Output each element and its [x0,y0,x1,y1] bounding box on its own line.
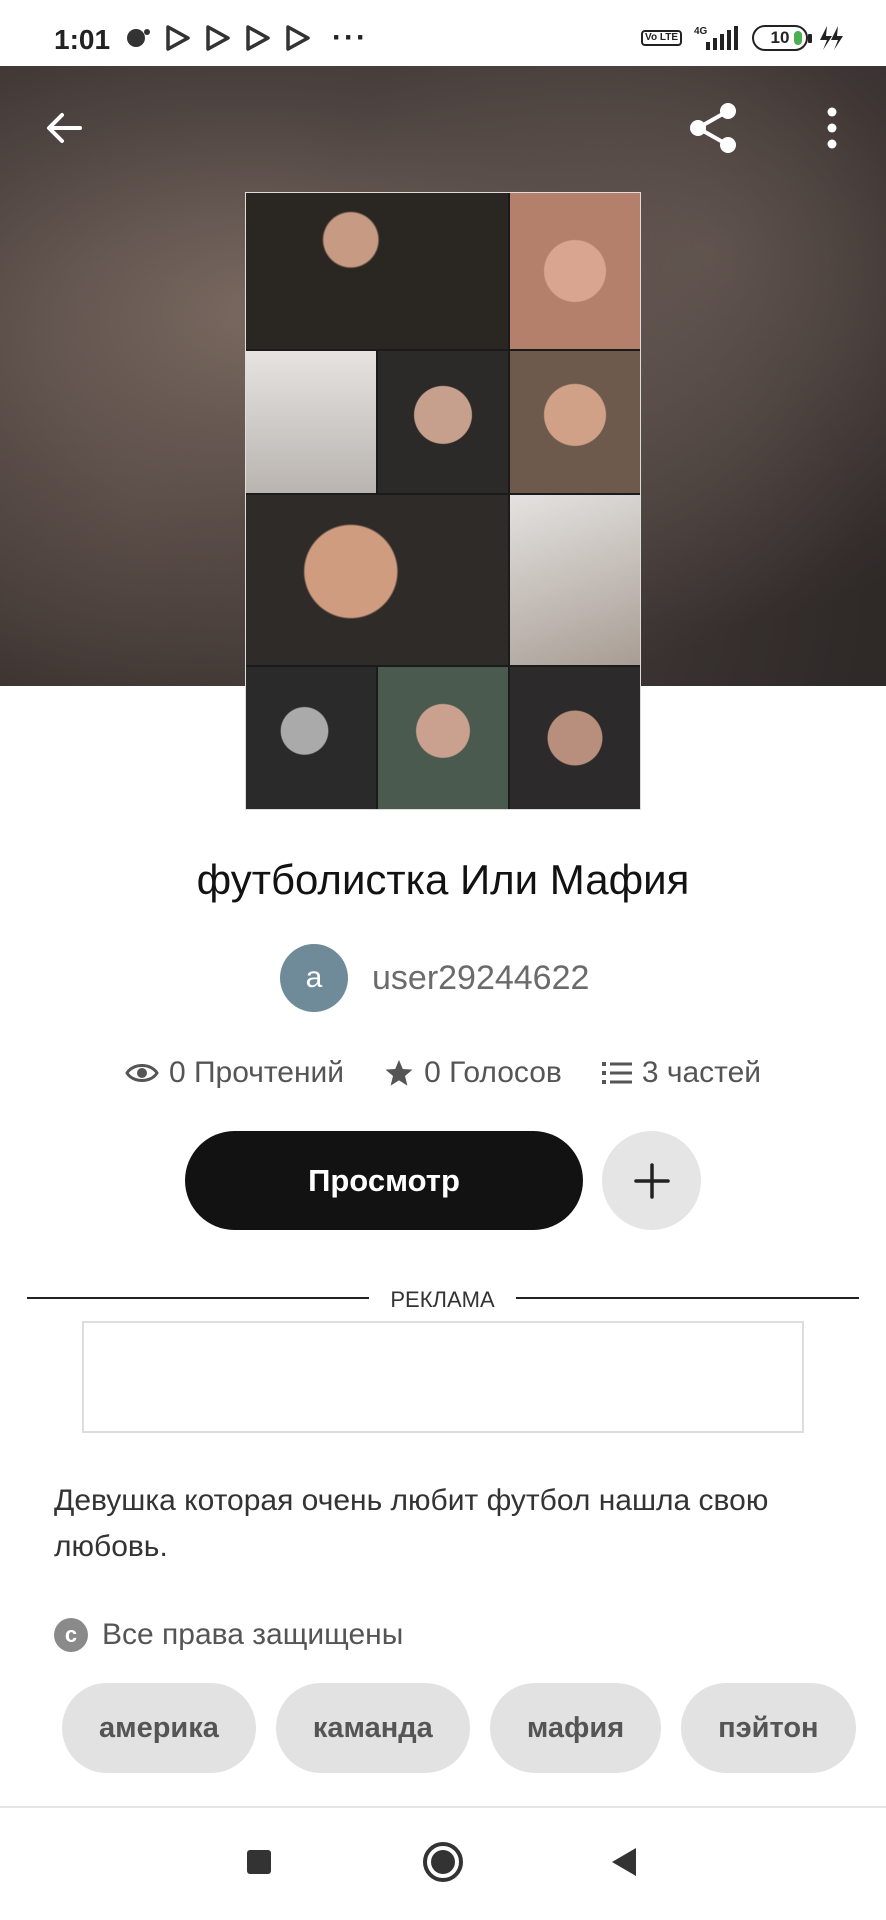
signal-icon: 4G [694,26,738,50]
tag-chip[interactable]: америка [62,1683,256,1773]
author-name: user29244622 [372,958,590,997]
ad-banner[interactable] [82,1321,804,1433]
home-button[interactable] [413,1832,473,1892]
system-back-button[interactable] [594,1832,654,1892]
charging-icon [820,26,843,50]
cover-photo [510,494,640,666]
list-icon [601,1062,632,1084]
triangle-back-icon [612,1848,636,1876]
svg-text:4G: 4G [694,26,708,37]
copyright-icon: c [54,1618,88,1652]
reads-stat: 0 Прочтений [125,1056,344,1090]
battery-fill [794,31,802,45]
story-cover[interactable] [245,192,641,810]
star-icon [385,1060,413,1086]
copyright-notice: c Все права защищены [54,1618,403,1652]
play-store-icon [246,25,270,51]
cover-photo [510,667,640,809]
votes-count: 0 Голосов [424,1056,562,1089]
battery-level: 10 [770,28,790,47]
notification-app-icon [127,29,150,47]
circle-icon [423,1842,463,1882]
play-store-icon [286,25,310,51]
tag-chip[interactable]: каманда [275,1683,470,1773]
reads-count: 0 Прочтений [168,1056,345,1089]
share-icon [690,103,736,153]
tag-chip[interactable]: мафия [489,1683,662,1773]
volte-icon: Vo LTE [641,30,682,46]
cover-photo [246,351,376,493]
status-time: 1:01 [54,24,111,55]
parts-count: 3 частей [641,1056,762,1089]
back-button[interactable] [34,98,94,158]
cover-photo [378,667,508,809]
square-icon [247,1850,271,1874]
ad-label: РЕКЛАМА [390,1287,495,1312]
cover-photo [378,351,508,493]
cover-photo [246,494,508,666]
votes-stat: 0 Голосов [384,1056,562,1090]
battery-icon: 10 [752,25,812,51]
view-button[interactable]: Просмотр [185,1131,583,1230]
share-button[interactable] [684,98,744,158]
tag-chip[interactable]: пэйтон [681,1683,856,1773]
parts-stat: 3 частей [601,1056,762,1090]
add-to-library-button[interactable] [602,1131,701,1230]
cover-photo [246,667,376,809]
cover-photo [510,351,640,493]
copyright-label: Все права защищены [102,1618,404,1651]
divider [516,1297,859,1299]
plus-icon [633,1162,670,1199]
recent-apps-button[interactable] [229,1832,289,1892]
more-vertical-icon [827,107,837,149]
system-navigation-bar [0,1808,886,1920]
avatar: a [280,944,348,1012]
story-title: футболистка Или Мафия [196,856,690,903]
eye-icon [125,1064,159,1082]
play-store-icon [166,25,190,51]
notification-icons: ··· [124,21,368,54]
cover-photo [246,193,508,350]
author-link[interactable]: a user29244622 [280,944,589,1012]
story-description: Девушка которая очень любит футбол нашла… [54,1484,769,1563]
play-store-icon [206,25,230,51]
arrow-left-icon [47,113,82,143]
divider [27,1297,369,1299]
status-bar: 1:01 ··· Vo LTE 4G 10 [0,0,886,66]
system-icons: Vo LTE 4G 10 [641,24,844,52]
more-notifications-icon: ··· [332,21,368,54]
tag-list: америка каманда мафия пэйтон [62,1683,886,1773]
cover-photo [510,193,640,350]
more-options-button[interactable] [802,98,862,158]
story-stats: 0 Прочтений 0 Голосов 3 частей [0,1056,886,1090]
